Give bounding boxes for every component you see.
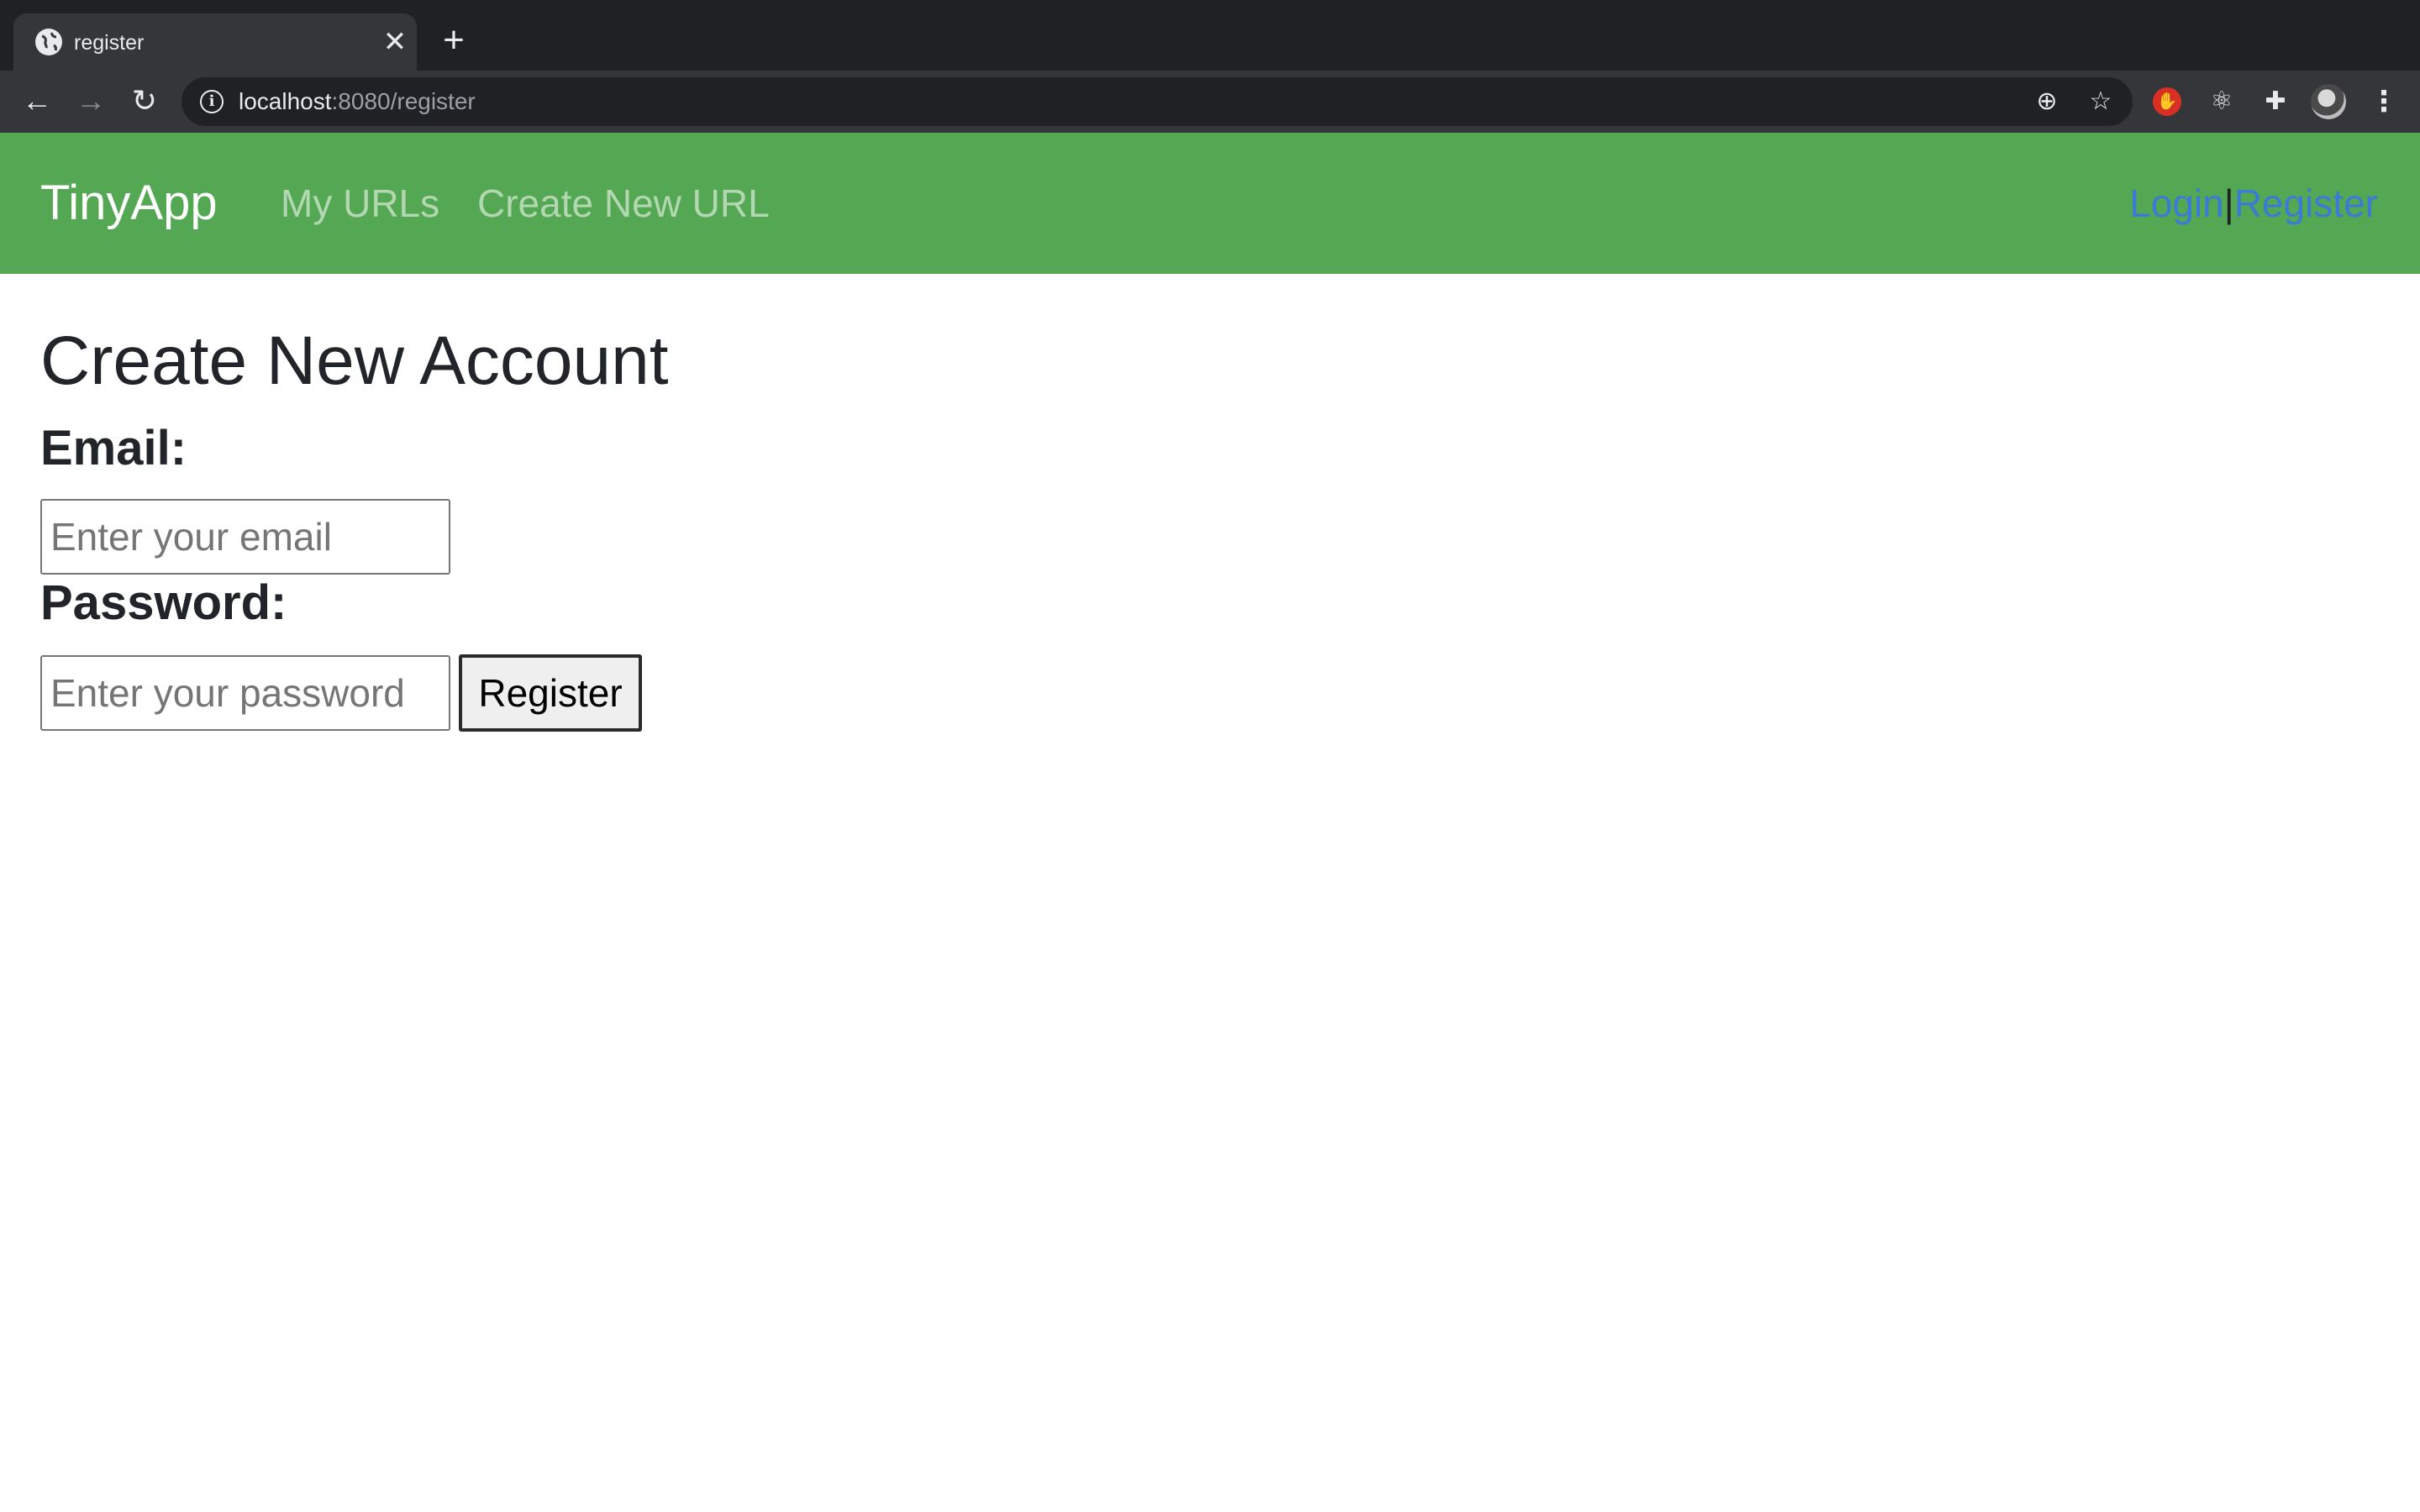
brand-logo[interactable]: TinyApp xyxy=(40,176,218,230)
password-label: Password: xyxy=(40,575,287,630)
nav-link-create-new-url[interactable]: Create New URL xyxy=(477,180,770,227)
register-link[interactable]: Register xyxy=(2234,181,2378,225)
site-info-icon[interactable]: i xyxy=(200,90,224,113)
address-url[interactable]: localhost:8080/register xyxy=(239,88,476,115)
zoom-icon[interactable]: ⊕ xyxy=(2032,87,2062,117)
browser-toolbar: ← → ↻ i localhost:8080/register ⊕ ☆ ✋ ⚛ … xyxy=(0,71,2420,133)
extensions-puzzle-icon[interactable]: ✚ xyxy=(2259,85,2292,118)
nav-link-my-urls[interactable]: My URLs xyxy=(281,180,439,227)
forward-arrow-icon[interactable]: → xyxy=(72,82,109,119)
more-menu-icon[interactable]: ⋮ xyxy=(2370,82,2398,121)
page-title: Create New Account xyxy=(40,323,669,399)
auth-separator: | xyxy=(2223,181,2234,225)
globe-icon xyxy=(35,29,62,55)
login-link[interactable]: Login xyxy=(2129,181,2224,225)
star-icon[interactable]: ☆ xyxy=(2086,87,2116,117)
react-devtools-icon[interactable]: ⚛ xyxy=(2205,85,2238,118)
auth-links: Login|Register xyxy=(2129,180,2378,227)
email-field[interactable] xyxy=(40,499,450,575)
password-field[interactable] xyxy=(40,655,450,731)
browser-tab-strip: register ✕ + xyxy=(0,0,2420,71)
tab-title: register xyxy=(74,31,145,55)
url-path: :8080/register xyxy=(331,88,476,114)
address-bar[interactable]: i localhost:8080/register ⊕ ☆ xyxy=(182,77,2133,126)
reload-icon[interactable]: ↻ xyxy=(126,82,163,119)
new-tab-icon[interactable]: + xyxy=(437,22,471,59)
browser-tab[interactable]: register ✕ xyxy=(13,13,417,71)
profile-avatar[interactable] xyxy=(2311,84,2346,119)
url-host: localhost xyxy=(239,88,332,114)
back-arrow-icon[interactable]: ← xyxy=(18,82,55,119)
stop-extension-icon[interactable]: ✋ xyxy=(2153,87,2181,116)
register-button[interactable]: Register xyxy=(459,654,642,732)
email-label: Email: xyxy=(40,421,187,475)
close-icon[interactable]: ✕ xyxy=(378,25,412,59)
site-navbar: TinyApp My URLs Create New URL Login|Reg… xyxy=(0,133,2420,274)
